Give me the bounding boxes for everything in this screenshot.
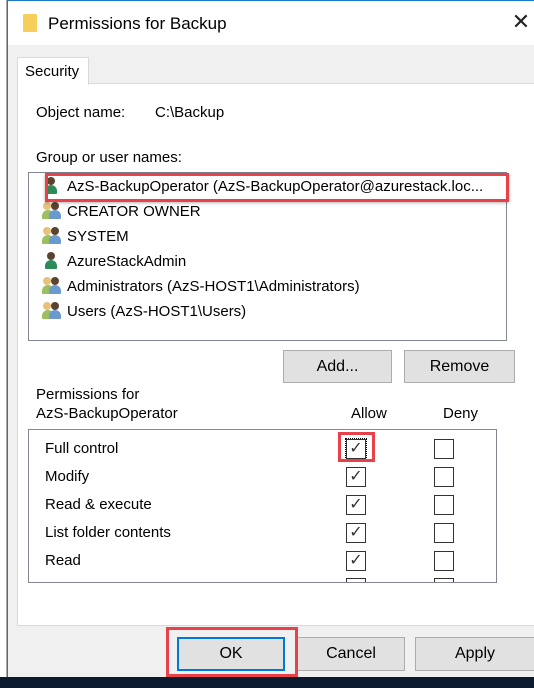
allow-checkbox[interactable]: ✓ bbox=[346, 467, 366, 487]
group-icon bbox=[42, 302, 62, 320]
group-names-label: Group or user names: bbox=[36, 149, 182, 166]
permission-name: Modify bbox=[45, 468, 90, 485]
highlight-box bbox=[166, 627, 298, 677]
permission-name: Read & execute bbox=[45, 496, 152, 513]
highlight-box bbox=[45, 173, 509, 202]
user-list-item[interactable]: AzureStackAdmin bbox=[42, 250, 186, 272]
group-icon bbox=[42, 227, 62, 245]
deny-checkbox[interactable] bbox=[434, 551, 454, 571]
permission-name: List folder contents bbox=[45, 524, 171, 541]
remove-button[interactable]: Remove bbox=[404, 350, 515, 383]
permissions-principal: AzS-BackupOperator bbox=[36, 405, 178, 422]
cancel-button[interactable]: Cancel bbox=[297, 637, 405, 671]
user-list-item[interactable]: Users (AzS-HOST1\Users) bbox=[42, 300, 246, 322]
deny-header: Deny bbox=[443, 405, 479, 422]
user-name: Users (AzS-HOST1\Users) bbox=[67, 302, 247, 320]
object-name-value: C:\Backup bbox=[155, 104, 225, 121]
permission-name: Full control bbox=[45, 440, 119, 457]
allow-checkbox-partial[interactable] bbox=[346, 578, 366, 582]
close-icon[interactable]: ✕ bbox=[508, 9, 534, 35]
highlight-box bbox=[338, 432, 375, 462]
title-bar: Permissions for Backup ✕ bbox=[8, 1, 534, 45]
permissions-label: Permissions for bbox=[36, 386, 140, 403]
tab-security[interactable]: Security bbox=[17, 57, 89, 85]
permissions-list: ︿ ﹀ Full control✓Modify✓Read & execute✓L… bbox=[28, 429, 497, 583]
allow-checkbox[interactable]: ✓ bbox=[346, 523, 366, 543]
allow-checkbox[interactable]: ✓ bbox=[346, 551, 366, 571]
user-list-item[interactable]: SYSTEM bbox=[42, 225, 129, 247]
user-list-item[interactable]: CREATOR OWNER bbox=[42, 200, 201, 222]
user-name: Administrators (AzS-HOST1\Administrators… bbox=[67, 277, 360, 295]
deny-checkbox[interactable] bbox=[434, 439, 454, 459]
deny-checkbox[interactable] bbox=[434, 523, 454, 543]
allow-checkbox[interactable]: ✓ bbox=[346, 495, 366, 515]
background-window bbox=[0, 0, 7, 688]
user-name: CREATOR OWNER bbox=[67, 202, 201, 220]
folder-icon bbox=[23, 14, 37, 32]
user-list-item[interactable]: Administrators (AzS-HOST1\Administrators… bbox=[42, 275, 360, 297]
taskbar bbox=[0, 677, 534, 688]
deny-checkbox-partial[interactable] bbox=[434, 578, 454, 582]
deny-checkbox[interactable] bbox=[434, 495, 454, 515]
permission-name: Read bbox=[45, 552, 81, 569]
add-button[interactable]: Add... bbox=[283, 350, 392, 383]
object-name-label: Object name: bbox=[36, 104, 126, 121]
dialog-title: Permissions for Backup bbox=[48, 14, 227, 33]
allow-header: Allow bbox=[351, 405, 387, 422]
group-icon bbox=[42, 202, 62, 220]
user-name: AzureStackAdmin bbox=[67, 252, 187, 270]
deny-checkbox[interactable] bbox=[434, 467, 454, 487]
user-name: SYSTEM bbox=[67, 227, 129, 245]
user-icon bbox=[42, 252, 62, 270]
apply-button[interactable]: Apply bbox=[415, 637, 534, 671]
group-icon bbox=[42, 277, 62, 295]
